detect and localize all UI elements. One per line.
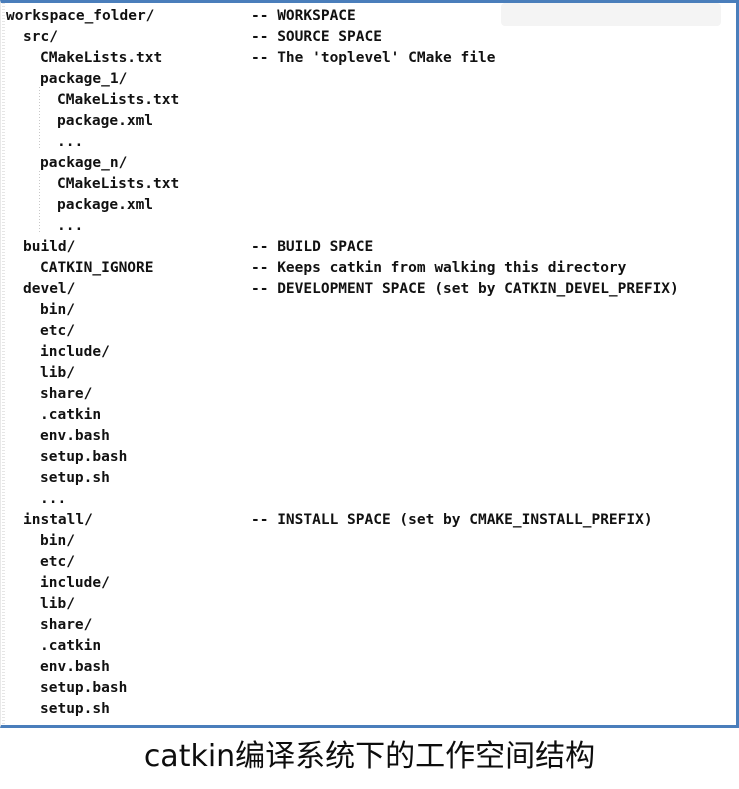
figure-caption: catkin编译系统下的工作空间结构 [143,739,596,774]
tree-path-entry: devel/ [23,281,76,297]
code-line: CATKIN_IGNORE -- Keeps catkin from walkin… [1,258,736,279]
code-line: bin/ [1,300,736,321]
tree-path-entry: .catkin [40,638,102,654]
tree-path-entry: env.bash [40,428,110,444]
tree-comment: -- The 'toplevel' CMake file [251,50,496,66]
tree-comment: -- INSTALL SPACE (set by CMAKE_INSTALL_P… [251,512,653,528]
tree-path-entry: .catkin [40,407,102,423]
code-line: CMakeLists.txt [1,174,736,195]
tree-path-entry: etc/ [40,323,75,339]
tree-path-entry: package_1/ [40,71,128,87]
code-line: env.bash [1,657,736,678]
tree-path-entry: ... [57,134,84,150]
tree-path-entry: ... [40,720,66,725]
code-line: setup.sh [1,699,736,720]
tree-path-entry: src/ [23,29,58,45]
code-line: setup.sh [1,468,736,489]
tree-path-entry: setup.bash [40,680,128,696]
tree-path-entry: lib/ [40,365,75,381]
code-line: workspace_folder/ -- WORKSPACE [1,6,736,27]
tree-path-entry: install/ [23,512,93,528]
code-line: build/ -- BUILD SPACE [1,237,736,258]
tree-comment: -- BUILD SPACE [251,239,374,255]
tree-path-entry: share/ [40,386,93,402]
tree-comment: -- Keeps catkin from walking this direct… [251,260,627,276]
code-line: include/ [1,342,736,363]
tree-path-entry: package.xml [57,197,154,213]
tree-path-entry: CMakeLists.txt [40,50,163,66]
code-line: package.xml [1,111,736,132]
tree-path-entry: bin/ [40,302,75,318]
code-line: ... [1,216,736,237]
code-line: install/ -- INSTALL SPACE (set by CMAKE_I… [1,510,736,531]
code-line: env.bash [1,426,736,447]
code-line: ... [1,132,736,153]
code-line: etc/ [1,552,736,573]
code-line: ... [1,489,736,510]
code-listing-panel: workspace_folder/ -- WORKSPACE src/ -- SOUR… [0,0,739,728]
code-line: share/ [1,384,736,405]
code-line: package_n/ [1,153,736,174]
tree-path-entry: package.xml [57,113,154,129]
tree-comment: -- WORKSPACE [251,8,356,24]
code-line: lib/ [1,594,736,615]
code-line: .catkin [1,636,736,657]
directory-tree-listing: workspace_folder/ -- WORKSPACE src/ -- SOUR… [1,3,736,725]
code-line: bin/ [1,531,736,552]
tree-path-entry: env.bash [40,659,110,675]
code-line: share/ [1,615,736,636]
tree-path-entry: lib/ [40,596,75,612]
code-line: lib/ [1,363,736,384]
code-line: package.xml [1,195,736,216]
tree-path-entry: include/ [40,344,110,360]
code-line: devel/ -- DEVELOPMENT SPACE (set by CATKI… [1,279,736,300]
tree-path-entry: CATKIN_IGNORE [40,260,154,276]
code-line: etc/ [1,321,736,342]
code-line: include/ [1,573,736,594]
tree-path-entry: workspace_folder/ [6,8,155,24]
tree-path-entry: ... [40,491,67,507]
tree-comment: -- SOURCE SPACE [251,29,382,45]
tree-comment: -- DEVELOPMENT SPACE (set by CATKIN_DEVE… [251,281,679,297]
tree-path-entry: setup.sh [40,701,110,717]
tree-path-entry: package_n/ [40,155,128,171]
code-line: setup.bash [1,447,736,468]
tree-path-entry: share/ [40,617,93,633]
tree-path-entry: bin/ [40,533,75,549]
code-line: package_1/ [1,69,736,90]
tree-path-entry: etc/ [40,554,75,570]
tree-path-entry: ... [57,218,84,234]
code-line: .catkin [1,405,736,426]
code-line: setup.bash [1,678,736,699]
tree-path-entry: setup.bash [40,449,128,465]
tree-path-entry: setup.sh [40,470,110,486]
tree-path-entry: CMakeLists.txt [57,92,180,108]
code-line: src/ -- SOURCE SPACE [1,27,736,48]
code-line: CMakeLists.txt -- The 'toplevel' CMake fi… [1,48,736,69]
code-line: CMakeLists.txt [1,90,736,111]
tree-path-entry: include/ [40,575,110,591]
tree-path-entry: CMakeLists.txt [57,176,180,192]
code-line: ... [1,720,736,725]
tree-path-entry: build/ [23,239,76,255]
